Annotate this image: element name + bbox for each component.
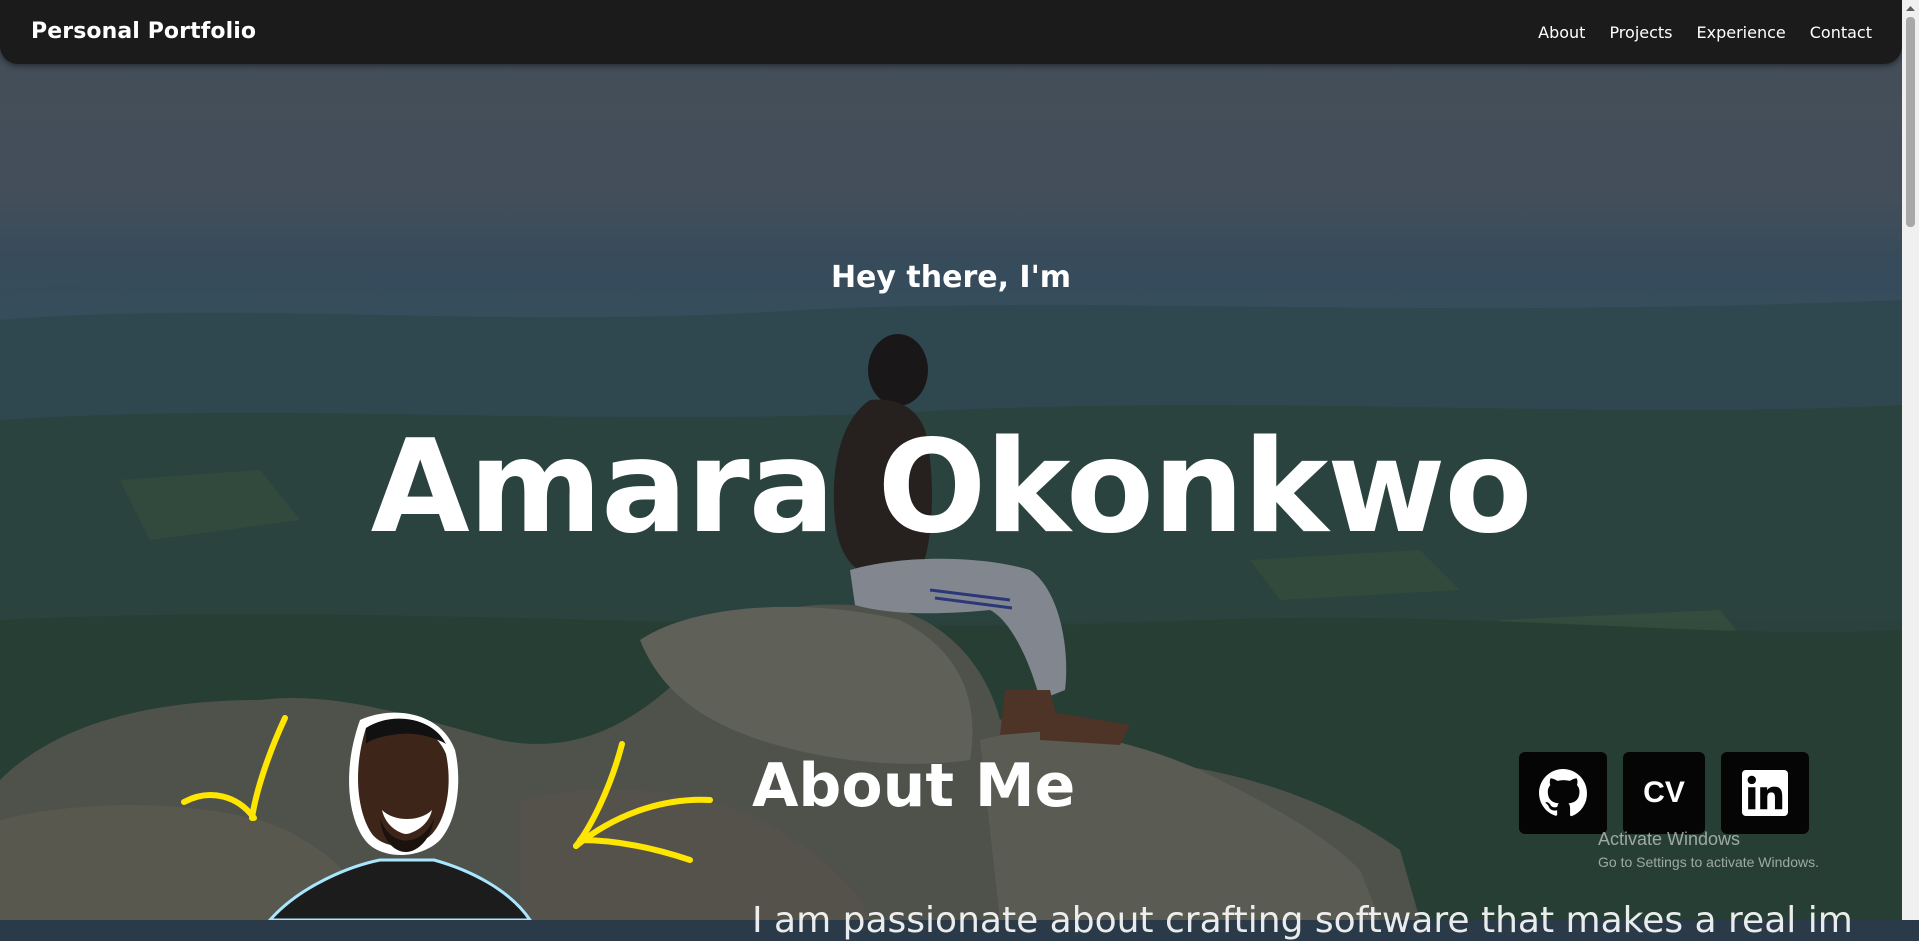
cv-label: CV (1643, 776, 1685, 809)
nav-link-contact[interactable]: Contact (1810, 23, 1872, 42)
scroll-up-arrow-icon[interactable] (1902, 0, 1919, 17)
brand-title[interactable]: Personal Portfolio (31, 19, 256, 44)
github-button[interactable] (1519, 752, 1607, 834)
about-text: I am passionate about crafting software … (752, 900, 1852, 941)
yellow-arrow-left-icon (181, 715, 288, 821)
nav-link-projects[interactable]: Projects (1609, 23, 1672, 42)
social-links: CV (1519, 752, 1809, 834)
linkedin-button[interactable] (1721, 752, 1809, 834)
yellow-arrow-right-icon (573, 741, 713, 863)
nav-link-about[interactable]: About (1538, 23, 1585, 42)
avatar (181, 712, 713, 922)
hero-greeting: Hey there, I'm (830, 260, 1072, 295)
linkedin-icon (1742, 770, 1788, 816)
avatar-section (170, 710, 730, 922)
github-icon (1539, 769, 1587, 817)
hero-name: Amara Okonkwo (370, 413, 1533, 562)
nav-link-experience[interactable]: Experience (1697, 23, 1786, 42)
windows-activation-watermark: Activate Windows Go to Settings to activ… (1598, 829, 1819, 870)
watermark-title: Activate Windows (1598, 829, 1741, 849)
vertical-scrollbar[interactable] (1902, 0, 1919, 920)
cv-button[interactable]: CV (1623, 752, 1705, 834)
nav-links: About Projects Experience Contact (1538, 23, 1872, 42)
about-title: About Me (752, 751, 1076, 821)
scrollbar-thumb[interactable] (1906, 17, 1915, 227)
watermark-subtitle: Go to Settings to activate Windows. (1598, 854, 1819, 870)
top-navbar: Personal Portfolio About Projects Experi… (0, 0, 1902, 64)
